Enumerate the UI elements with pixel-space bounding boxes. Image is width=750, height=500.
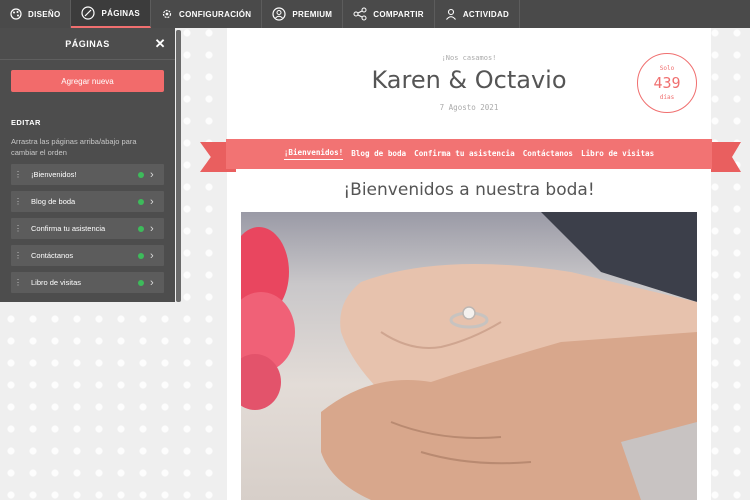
countdown-prefix: Solo xyxy=(659,65,675,72)
page-row-guestbook[interactable]: ⋮ Libro de visitas › xyxy=(11,272,164,293)
close-icon[interactable]: ✕ xyxy=(155,37,166,50)
page-row-label: Libro de visitas xyxy=(31,278,82,287)
drag-handle-icon[interactable]: ⋮ xyxy=(11,278,25,287)
nav-settings-label: CONFIGURACIÓN xyxy=(179,9,252,19)
countdown-badge: Solo 439 días xyxy=(637,53,697,113)
chevron-right-icon[interactable]: › xyxy=(150,196,160,208)
drag-handle-icon[interactable]: ⋮ xyxy=(11,224,25,233)
status-dot-icon xyxy=(138,198,144,205)
status-dot-icon xyxy=(138,252,144,259)
site-pretitle: ¡Nos casamos! xyxy=(441,54,497,62)
drag-handle-icon[interactable]: ⋮ xyxy=(11,170,25,179)
chevron-right-icon[interactable]: › xyxy=(150,223,160,235)
page-row-blog[interactable]: ⋮ Blog de boda › xyxy=(11,191,164,212)
edit-section-title: EDITAR xyxy=(11,118,41,127)
nav-share-label: COMPARTIR xyxy=(373,9,424,19)
chevron-right-icon[interactable]: › xyxy=(150,277,160,289)
site-menu-guestbook[interactable]: Libro de visitas xyxy=(581,149,654,160)
gear-icon xyxy=(161,8,173,20)
site-menu-contact[interactable]: Contáctanos xyxy=(523,149,573,160)
status-dot-icon xyxy=(138,225,144,232)
page-list: ⋮ ¡Bienvenidos! › ⋮ Blog de boda › ⋮ Con… xyxy=(11,164,164,299)
sidebar-title: PÁGINAS xyxy=(65,38,110,49)
page-row-label: Blog de boda xyxy=(31,197,76,206)
welcome-heading: ¡Bienvenidos a nuestra boda! xyxy=(343,180,595,200)
nav-premium-label: PREMIUM xyxy=(292,9,333,19)
nav-premium[interactable]: PREMIUM xyxy=(262,0,344,28)
page-row-contact[interactable]: ⋮ Contáctanos › xyxy=(11,245,164,266)
nav-activity-label: ACTIVIDAD xyxy=(462,9,510,19)
countdown-number: 439 xyxy=(653,74,681,92)
page-row-rsvp[interactable]: ⋮ Confirma tu asistencia › xyxy=(11,218,164,239)
wedding-date: 7 Agosto 2021 xyxy=(439,103,499,112)
palette-icon xyxy=(10,8,22,20)
site-menu-ribbon: ¡Bienvenidos! Blog de boda Confirma tu a… xyxy=(226,139,712,169)
nav-share[interactable]: COMPARTIR xyxy=(343,0,435,28)
site-menu-welcome[interactable]: ¡Bienvenidos! xyxy=(283,148,344,160)
status-dot-icon xyxy=(138,171,144,178)
countdown-suffix: días xyxy=(659,94,675,101)
user-icon xyxy=(445,8,457,20)
premium-icon xyxy=(272,7,286,21)
drag-handle-icon[interactable]: ⋮ xyxy=(11,197,25,206)
top-navigation: DISEÑO PÁGINAS CONFIGURACIÓN PREMIUM COM… xyxy=(0,0,750,28)
nav-pages[interactable]: PÁGINAS xyxy=(71,0,152,28)
site-menu-blog[interactable]: Blog de boda xyxy=(351,149,406,160)
add-page-button[interactable]: Agregar nueva xyxy=(11,70,164,92)
pages-sidebar: PÁGINAS ✕ Agregar nueva EDITAR Arrastra … xyxy=(0,28,175,302)
status-dot-icon xyxy=(138,279,144,286)
nav-design[interactable]: DISEÑO xyxy=(0,0,72,28)
chevron-right-icon[interactable]: › xyxy=(150,250,160,262)
edit-section-help: Arrastra las páginas arriba/abajo para c… xyxy=(11,137,137,157)
nav-pages-label: PÁGINAS xyxy=(101,8,141,18)
hands-with-engagement-ring-photo xyxy=(241,212,697,500)
page-row-label: Confirma tu asistencia xyxy=(31,224,106,233)
nav-activity[interactable]: ACTIVIDAD xyxy=(435,0,521,28)
ribbon-tail-right xyxy=(711,142,741,172)
nav-design-label: DISEÑO xyxy=(28,9,61,19)
share-icon xyxy=(353,7,367,21)
page-row-label: Contáctanos xyxy=(31,251,74,260)
sidebar-scrollbar[interactable] xyxy=(176,30,181,302)
page-row-label: ¡Bienvenidos! xyxy=(31,170,77,179)
pages-icon xyxy=(81,6,96,20)
nav-settings[interactable]: CONFIGURACIÓN xyxy=(151,0,263,28)
chevron-right-icon[interactable]: › xyxy=(150,169,160,181)
page-row-welcome[interactable]: ⋮ ¡Bienvenidos! › xyxy=(11,164,164,185)
sidebar-header: PÁGINAS ✕ xyxy=(0,28,175,60)
site-menu-rsvp[interactable]: Confirma tu asistencia xyxy=(414,149,515,160)
drag-handle-icon[interactable]: ⋮ xyxy=(11,251,25,260)
